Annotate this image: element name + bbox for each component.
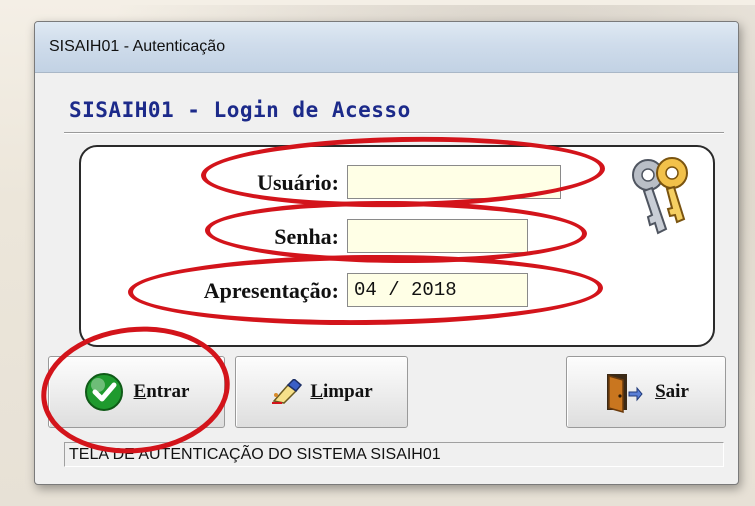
exit-door-icon <box>607 374 643 413</box>
password-label: Senha: <box>274 224 339 249</box>
presentation-label: Apresentação: <box>203 278 339 303</box>
status-bar: TELA DE AUTENTICAÇÃO DO SISTEMA SISAIH01 <box>64 442 724 467</box>
window-client-area: SISAIH01 - Login de Acesso Usuário: Senh… <box>48 73 726 469</box>
keys-icon <box>632 157 688 235</box>
title-bar[interactable]: SISAIH01 - Autenticação <box>35 22 738 73</box>
username-label: Usuário: <box>257 170 339 195</box>
password-input[interactable] <box>347 219 528 253</box>
eraser-icon <box>272 379 303 404</box>
username-input[interactable] <box>347 165 561 199</box>
heading-divider <box>64 132 724 134</box>
limpar-button-label: Limpar <box>310 381 373 402</box>
entrar-button[interactable]: Entrar <box>48 356 225 428</box>
check-icon <box>84 373 123 411</box>
login-form-panel: Usuário: Senha: Apresentação: <box>79 145 715 347</box>
login-window: SISAIH01 - Autenticação SISAIH01 - Login… <box>34 21 739 485</box>
window-title: SISAIH01 - Autenticação <box>49 38 226 55</box>
login-heading: SISAIH01 - Login de Acesso <box>69 98 411 122</box>
entrar-button-label: Entrar <box>133 381 190 402</box>
sair-button-label: Sair <box>655 381 689 402</box>
presentation-input[interactable] <box>347 273 528 307</box>
limpar-button[interactable]: Limpar <box>235 356 408 428</box>
sair-button[interactable]: Sair <box>566 356 726 428</box>
